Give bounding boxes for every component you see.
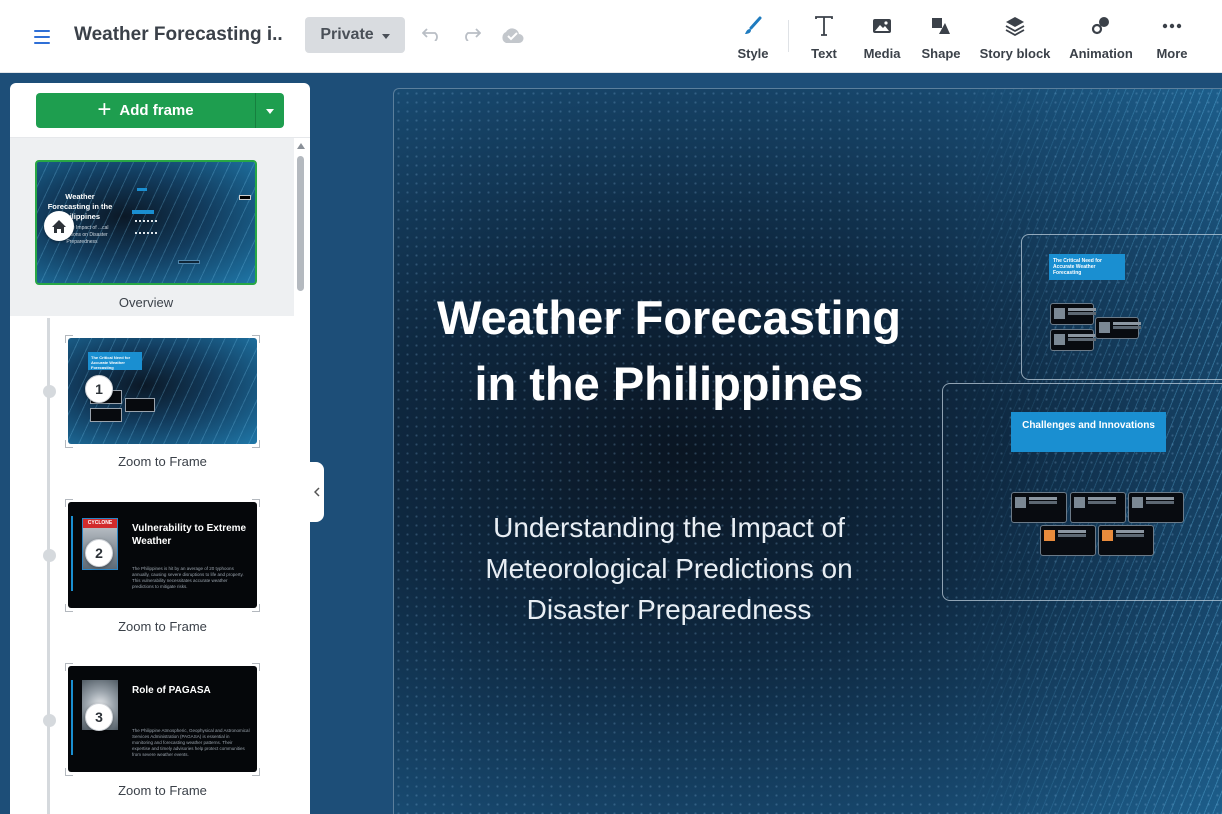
add-frame-label: Add frame <box>119 102 194 119</box>
presentation-canvas[interactable]: Weather Forecasting in the Philippines U… <box>393 88 1222 814</box>
frame-2-body: The Philippines is hit by an average of … <box>132 566 244 589</box>
scroll-up-arrow-icon[interactable] <box>297 143 305 149</box>
home-icon <box>52 219 66 233</box>
text-tool-button[interactable]: Text <box>808 14 840 64</box>
mini-cards <box>135 220 157 234</box>
content-card <box>1050 303 1096 325</box>
toolbar-divider <box>788 20 789 52</box>
more-dots-icon <box>1162 14 1182 38</box>
accent-bar <box>71 680 73 755</box>
home-frame-badge <box>44 211 74 241</box>
plus-icon: + <box>97 95 112 123</box>
frame-1-tag: The Critical Need for Accurate Weather F… <box>88 352 142 370</box>
frame-number-badge: 2 <box>85 539 113 567</box>
timeline-dot <box>43 385 56 398</box>
content-card <box>1070 492 1126 523</box>
topic-frame-1[interactable]: The Critical Need for Accurate Weather F… <box>1021 234 1222 380</box>
privacy-label: Private <box>320 26 374 43</box>
frame-2-thumbnail[interactable]: CYCLONE Vulnerability to Extreme Weather… <box>65 499 260 612</box>
timeline-dot <box>43 714 56 727</box>
mini-card <box>239 195 251 200</box>
more-tool-label: More <box>1156 46 1188 61</box>
topic-1-tag: The Critical Need for Accurate Weather F… <box>1049 254 1125 280</box>
mini-card <box>90 408 122 422</box>
content-card <box>1095 317 1141 339</box>
image-icon <box>872 14 892 38</box>
chevron-left-icon <box>313 487 320 497</box>
add-frame-split-button: + Add frame <box>36 93 284 128</box>
topic-2-tag: Challenges and Innovations <box>1011 412 1166 452</box>
frames-panel: + Add frame Weather Forecasting in the P… <box>10 83 310 814</box>
style-tool-button[interactable]: Style <box>735 14 771 64</box>
animation-tool-button[interactable]: Animation <box>1069 14 1133 64</box>
story-block-tool-button[interactable]: Story block <box>980 14 1050 64</box>
frame-3-heading: Role of PAGASA <box>132 685 211 696</box>
content-card <box>1011 492 1067 523</box>
add-frame-button[interactable]: + Add frame <box>36 93 255 128</box>
frame-3-thumbnail[interactable]: Role of PAGASA The Philippine Atmospheri… <box>65 663 260 776</box>
privacy-dropdown[interactable]: Private <box>305 17 405 53</box>
media-tool-button[interactable]: Media <box>862 14 902 64</box>
document-title[interactable]: Weather Forecasting i... <box>74 24 284 46</box>
frame-3-caption[interactable]: Zoom to Frame <box>65 783 260 798</box>
overview-caption: Overview <box>118 295 174 310</box>
panel-scrollbar[interactable] <box>296 143 306 814</box>
topic-frame-2[interactable]: Challenges and Innovations <box>942 383 1222 601</box>
frame-3-body: The Philippine Atmospheric, Geophysical … <box>132 728 250 757</box>
collapse-panel-button[interactable] <box>309 462 324 522</box>
presentation-title[interactable]: Weather Forecasting in the Philippines <box>434 285 904 417</box>
frame-2-caption[interactable]: Zoom to Frame <box>65 619 260 634</box>
cyclone-image-label: CYCLONE <box>83 519 117 528</box>
timeline-dot <box>43 549 56 562</box>
text-tool-label: Text <box>811 46 837 61</box>
content-card <box>1050 329 1096 351</box>
content-card <box>1098 525 1154 556</box>
mini-card <box>125 398 155 412</box>
animation-tool-label: Animation <box>1069 46 1133 61</box>
shapes-icon <box>931 14 951 38</box>
scrollbar-thumb[interactable] <box>297 156 304 291</box>
shape-tool-button[interactable]: Shape <box>920 14 962 64</box>
presentation-subtitle[interactable]: Understanding the Impact of Meteorologic… <box>434 507 904 630</box>
style-tool-label: Style <box>737 46 769 61</box>
mini-tag <box>132 210 154 214</box>
mini-card <box>178 260 200 264</box>
add-frame-dropdown-button[interactable] <box>256 93 284 128</box>
frame-2-heading: Vulnerability to Extreme Weather <box>132 523 247 547</box>
shape-tool-label: Shape <box>921 46 961 61</box>
frame-1-caption[interactable]: Zoom to Frame <box>65 454 260 469</box>
more-tool-button[interactable]: More <box>1155 14 1189 64</box>
hamburger-menu-icon[interactable] <box>30 26 56 46</box>
content-card <box>1128 492 1184 523</box>
top-toolbar: Weather Forecasting i... Private Style T… <box>0 0 1222 73</box>
mini-tag <box>137 188 147 191</box>
undo-icon[interactable] <box>421 26 443 44</box>
frame-number-badge: 1 <box>85 375 113 403</box>
text-icon <box>815 14 833 38</box>
animation-icon <box>1091 14 1111 38</box>
layers-icon <box>1005 14 1025 38</box>
frame-number-badge: 3 <box>85 703 113 731</box>
redo-icon[interactable] <box>460 26 482 44</box>
media-tool-label: Media <box>863 46 901 61</box>
accent-bar <box>71 516 73 591</box>
caret-down-icon <box>266 109 274 114</box>
brush-icon <box>743 14 763 38</box>
frame-1-thumbnail[interactable]: The Critical Need for Accurate Weather F… <box>65 335 260 448</box>
caret-down-icon <box>381 33 390 39</box>
content-card <box>1040 525 1096 556</box>
story-block-tool-label: Story block <box>979 46 1051 61</box>
cloud-saved-icon <box>499 25 525 47</box>
